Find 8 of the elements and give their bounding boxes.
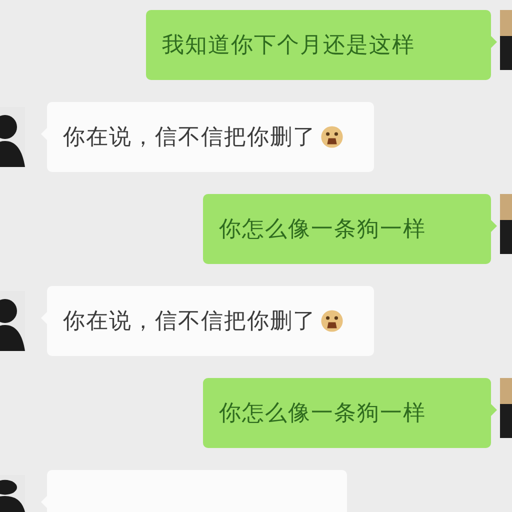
message-text: 我知道你下个月还是这样: [162, 32, 415, 60]
message-text: 你怎么像一条狗一样: [219, 400, 426, 428]
avatar-icon[interactable]: [500, 378, 512, 438]
message-text: 你在说，信不信把你删了: [63, 308, 316, 336]
message-text: 你怎么像一条狗一样: [219, 216, 426, 244]
avatar-icon[interactable]: [500, 194, 512, 254]
message-text: 你在说，信不信把你删了: [63, 124, 316, 152]
avatar-icon[interactable]: [500, 10, 512, 70]
